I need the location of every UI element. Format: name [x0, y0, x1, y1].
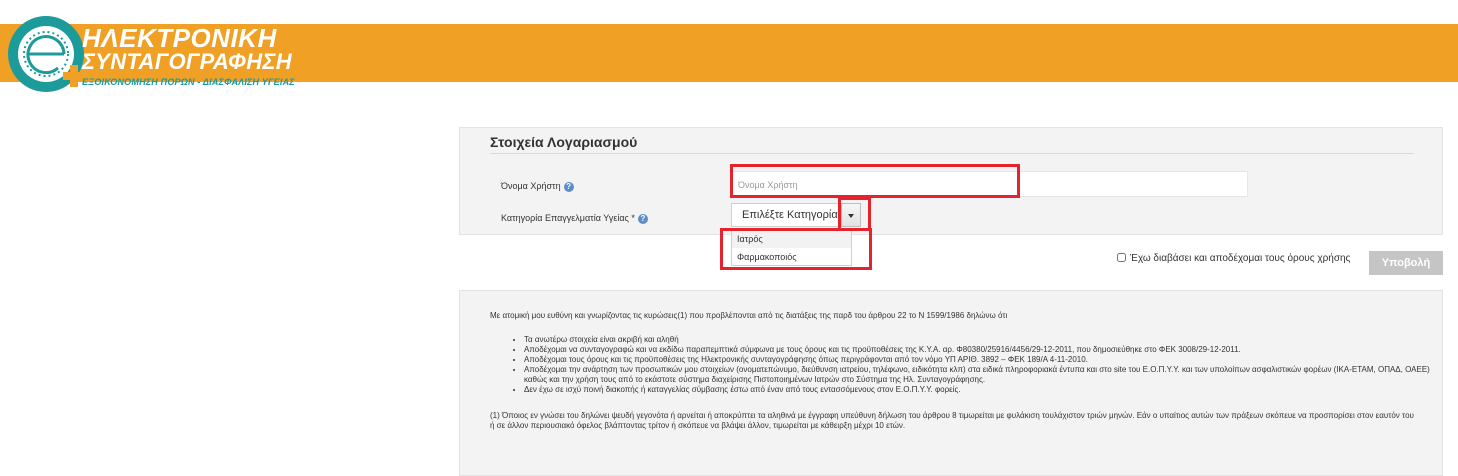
highlight-options: [720, 228, 872, 270]
logo-title-line2: ΣΥΝΤΑΓΟΓΡΑΦΗΣΗ: [82, 49, 292, 74]
declaration-list: Τα ανωτέρω στοιχεία είναι ακριβή και αλη…: [490, 335, 1454, 395]
terms-checkbox[interactable]: [1117, 253, 1126, 262]
declaration-item: Δεν έχω σε ισχύ ποινή διακοπής ή καταγγε…: [524, 385, 1454, 395]
submit-button[interactable]: Υποβολή: [1369, 251, 1443, 275]
declaration-item: Αποδέχομαι τους όρους και τις προϋποθέσε…: [524, 355, 1454, 365]
declaration-item: Τα ανωτέρω στοιχεία είναι ακριβή και αλη…: [524, 335, 1454, 345]
declaration-panel: Με ατομική μου ευθύνη και γνωρίζοντας τι…: [459, 290, 1443, 476]
declaration-intro: Με ατομική μου ευθύνη και γνωρίζοντας τι…: [490, 311, 1008, 320]
declaration-footnote: (1) Όποιος εν γνώσει του δηλώνει ψευδή γ…: [490, 411, 1414, 430]
category-label: Κατηγορία Επαγγελματία Υγείας *?: [501, 213, 648, 224]
highlight-dropdown-toggle: [838, 197, 871, 231]
highlight-username: [730, 164, 1020, 198]
terms-text: Έχω διαβάσει και αποδέχομαι τους όρους χ…: [1130, 253, 1351, 264]
question-circle-icon[interactable]: ?: [637, 213, 648, 224]
category-select[interactable]: Επιλέξτε Κατηγορία: [731, 203, 839, 227]
logo-tagline: ΕΞΟΙΚΟΝΟΜΗΣΗ ΠΟΡΩΝ - ΔΙΑΣΦΑΛΙΣΗ ΥΓΕΙΑΣ: [82, 77, 295, 87]
logo-title-line1: ΗΛΕΚΤΡΟΝΙΚΗ: [82, 23, 277, 53]
declaration-item: Αποδέχομαι την ανάρτηση των προσωπικών μ…: [524, 365, 1454, 385]
category-label-text: Κατηγορία Επαγγελματία Υγείας *: [501, 213, 635, 223]
e-prescription-logo-icon: [8, 16, 85, 92]
username-label: Όνομα Χρήστη?: [501, 181, 574, 192]
question-circle-icon[interactable]: ?: [563, 181, 574, 192]
panel-divider: [490, 153, 1414, 154]
declaration-item: Αποδέχομαι να συνταγογραφώ και να εκδίδω…: [524, 345, 1454, 355]
panel-title: Στοιχεία Λογαριασμού: [490, 134, 638, 150]
site-logo[interactable]: ΗΛΕΚΤΡΟΝΙΚΗ ΣΥΝΤΑΓΟΓΡΑΦΗΣΗ ΕΞΟΙΚΟΝΟΜΗΣΗ …: [8, 10, 308, 96]
username-label-text: Όνομα Χρήστη: [501, 181, 561, 191]
terms-checkbox-label[interactable]: Έχω διαβάσει και αποδέχομαι τους όρους χ…: [1117, 253, 1350, 264]
